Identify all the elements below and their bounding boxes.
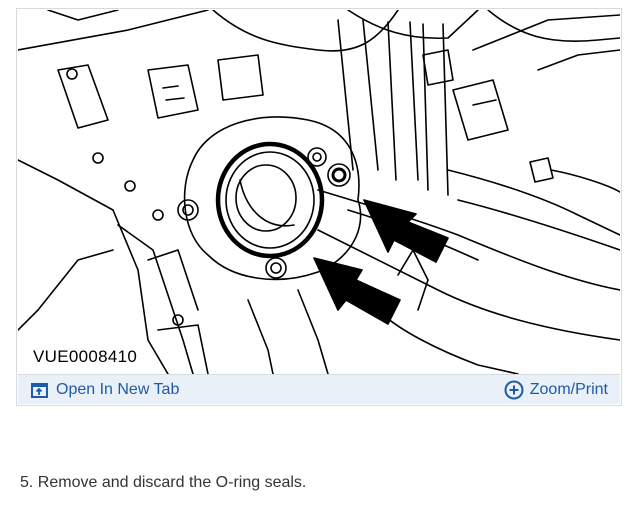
figure-toolbar: Open In New Tab Zoom/Print (18, 374, 620, 404)
open-in-new-tab-label: Open In New Tab (56, 381, 180, 398)
zoom-print-button[interactable]: Zoom/Print (504, 380, 608, 400)
zoom-print-label: Zoom/Print (529, 381, 608, 398)
step-instruction: 5. Remove and discard the O-ring seals. (20, 474, 307, 491)
open-in-new-tab-button[interactable]: Open In New Tab (30, 380, 179, 400)
figure-code: VUE0008410 (33, 347, 138, 366)
zoom-plus-icon (504, 380, 524, 400)
engine-diagram (18, 10, 620, 374)
diagram-image (18, 10, 620, 374)
figure-card: VUE0008410 Open In New Tab Zoom/Print (16, 8, 622, 406)
open-new-tab-icon (30, 380, 50, 400)
